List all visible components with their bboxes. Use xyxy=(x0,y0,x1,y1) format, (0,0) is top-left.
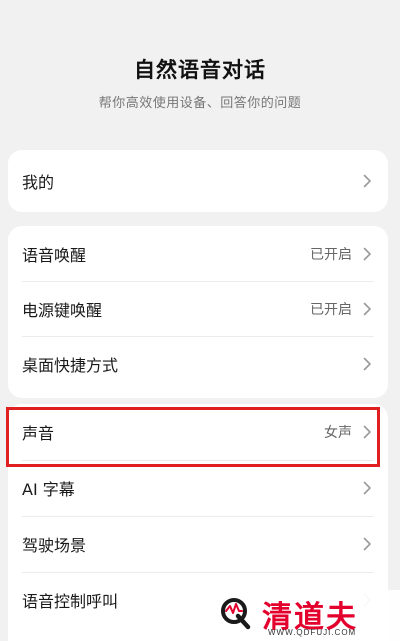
settings-item-label: 语音控制呼叫 xyxy=(22,592,119,611)
page-header: 自然语音对话 帮你高效使用设备、回答你的问题 xyxy=(0,0,400,140)
settings-group-wakeup: 语音唤醒 已开启 电源键唤醒 已开启 桌面快捷方式 xyxy=(8,226,388,398)
settings-item-label: 我的 xyxy=(22,173,55,192)
settings-item-voice[interactable]: 声音 女声 xyxy=(8,404,388,460)
settings-item-driving-scene[interactable]: 驾驶场景 xyxy=(8,516,388,572)
chevron-right-icon xyxy=(363,357,372,371)
settings-item-label: 电源键唤醒 xyxy=(22,300,103,320)
watermark: 清道夫 WWW.QDFUJI.COM xyxy=(202,590,400,641)
settings-item-mine[interactable]: 我的 xyxy=(8,150,388,212)
page-subtitle: 帮你高效使用设备、回答你的问题 xyxy=(98,96,302,111)
page-title: 自然语音对话 xyxy=(134,58,266,82)
watermark-url: WWW.QDFUJI.COM xyxy=(268,628,357,637)
settings-item-value: 已开启 xyxy=(310,301,352,318)
chevron-right-icon xyxy=(363,425,372,439)
settings-item-value: 已开启 xyxy=(310,246,352,263)
settings-item-label: AI 字幕 xyxy=(22,480,75,499)
settings-item-label: 驾驶场景 xyxy=(22,536,87,555)
settings-item-label: 声音 xyxy=(22,424,55,443)
chevron-right-icon xyxy=(363,174,372,188)
settings-group-personal: 我的 xyxy=(8,150,388,212)
settings-item-label: 语音唤醒 xyxy=(22,245,87,265)
settings-item-label: 桌面快捷方式 xyxy=(22,355,119,375)
settings-item-desktop-shortcut[interactable]: 桌面快捷方式 xyxy=(8,336,388,391)
chevron-right-icon xyxy=(363,537,372,551)
chevron-right-icon xyxy=(363,302,372,316)
settings-item-voice-wakeup[interactable]: 语音唤醒 已开启 xyxy=(8,226,388,281)
settings-item-power-key-wakeup[interactable]: 电源键唤醒 已开启 xyxy=(8,281,388,336)
watermark-logo-icon xyxy=(218,594,252,634)
chevron-right-icon xyxy=(363,247,372,261)
settings-item-ai-subtitles[interactable]: AI 字幕 xyxy=(8,460,388,516)
chevron-right-icon xyxy=(363,481,372,495)
settings-item-value: 女声 xyxy=(324,425,352,441)
